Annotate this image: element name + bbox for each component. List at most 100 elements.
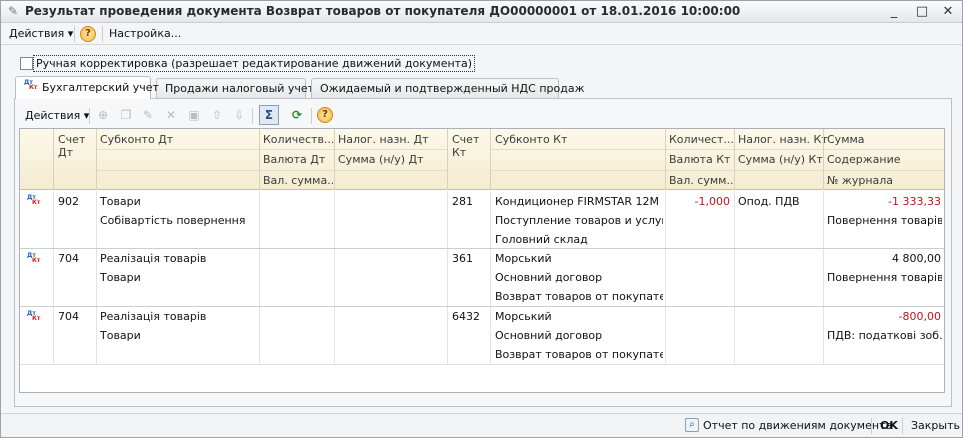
document-icon: ✎ [7,4,19,18]
header-divider [490,129,491,190]
header-divider [53,129,54,190]
col-subkonto-dt[interactable]: Субконто Дт [100,133,173,146]
cell-schet-kt: 281 [452,195,473,208]
header-divider [334,129,335,190]
table-body: Дт Кт 902 Товари Собівартість повернення … [20,191,944,392]
actions-menu[interactable]: Действия ▾ [9,27,73,40]
tab-tax-sales-label: Продажи налоговый учет [165,82,315,95]
cell-subkonto-dt-1: Товари [100,195,141,208]
cell-subkonto-kt-2: Основний договор [495,329,603,342]
cell-schet-kt: 361 [452,252,473,265]
header-divider [96,170,447,171]
cell-subkonto-kt-1: Морський [495,310,552,323]
col-subkonto-kt[interactable]: Субконто Кт [495,133,567,146]
cell-kol-kt: -1,000 [694,195,730,208]
footer-separator [871,418,872,434]
refresh-icon[interactable]: ⟳ [289,107,305,123]
tab-tax-sales[interactable]: Продажи налоговый учет [156,78,314,98]
help-icon[interactable]: ? [317,107,333,123]
cell-schet-kt: 6432 [452,310,480,323]
dropdown-arrow-icon: ▾ [67,27,74,40]
col-schet-dt-line2[interactable]: Дт [58,146,73,159]
header-divider [96,149,447,150]
copy-row-icon[interactable]: ❐ [118,107,134,123]
report-icon[interactable]: ⌕ [685,418,699,432]
col-valuta-kt[interactable]: Валюта Кт [669,153,730,166]
edit-row-icon[interactable]: ✎ [140,107,156,123]
close-button[interactable]: Закрыть [911,419,960,432]
col-valuta-dt[interactable]: Валюта Дт [263,153,325,166]
cell-subkonto-kt-2: Основний договор [495,271,603,284]
cell-subkonto-kt-2: Поступление товаров и услуг ... [495,214,663,227]
toolbar-separator [252,108,253,124]
col-summa[interactable]: Сумма [827,133,865,146]
table-actions-menu[interactable]: Действия ▾ [25,109,89,122]
manual-correction-checkbox[interactable] [20,57,33,70]
table-row[interactable]: Дт Кт 704 Реалізація товарів Товари 361 М… [20,249,944,306]
col-kol-kt[interactable]: Количест... [669,133,733,146]
table-row[interactable]: Дт Кт 902 Товари Собівартість повернення … [20,191,944,248]
report-button[interactable]: Отчет по движениям документа [703,419,892,432]
col-schet-kt-line1[interactable]: Счет [452,133,479,146]
close-window-button[interactable]: ✕ [939,3,957,20]
tab-vat-sales[interactable]: Ожидаемый и подтвержденный НДС продаж [311,78,584,98]
dt-kt-icon: Дт Кт [24,79,38,91]
cell-summa: -800,00 [898,310,941,323]
move-up-icon[interactable]: ⇧ [209,107,225,123]
cell-subkonto-dt-1: Реалізація товарів [100,310,207,323]
cell-subkonto-dt-2: Товари [100,271,141,284]
header-divider [259,129,260,190]
col-kol-dt[interactable]: Количеств... [263,133,333,146]
header-divider [823,129,824,190]
maximize-button[interactable]: □ [913,3,931,20]
minimize-button[interactable]: _ [885,3,903,20]
cell-subkonto-kt-3: Возврат товаров от покупател... [495,348,663,361]
manual-correction-label[interactable]: Ручная корректировка (разрешает редактир… [33,55,476,72]
title-bar: ✎ Результат проведения документа Возврат… [1,1,962,23]
add-row-icon[interactable]: ⊕ [95,107,111,123]
delete-row-icon[interactable]: ✕ [163,107,179,123]
col-schet-dt-line1[interactable]: Счет [58,133,85,146]
col-summa-nu-kt[interactable]: Сумма (н/у) Кт [738,153,823,166]
col-val-summa-kt[interactable]: Вал. сумм... [669,174,733,187]
cell-schet-dt: 704 [58,310,79,323]
cell-summa: 4 800,00 [892,252,941,265]
cell-subkonto-kt-1: Морський [495,252,552,265]
save-icon[interactable]: ▣ [186,107,202,123]
footer-separator [902,418,903,434]
row-divider [20,364,944,365]
cell-summa: -1 333,33 [888,195,941,208]
posting-results-window: ✎ Результат проведения документа Возврат… [0,0,963,438]
tab-accounting-label: Бухгалтерский учет [42,81,159,94]
header-divider [96,129,97,190]
col-summa-nu-dt[interactable]: Сумма (н/у) Дт [338,153,424,166]
col-schet-kt-line2[interactable]: Кт [452,146,466,159]
header-divider [734,129,735,190]
postings-table: Счет Дт Субконто Дт Количеств... Валюта … [19,128,945,393]
table-actions-label: Действия [25,109,81,122]
col-soderzhanie[interactable]: Содержание [827,153,901,166]
col-nalog-dt[interactable]: Налог. назн. Дт [338,133,429,146]
actions-menu-label: Действия [9,27,65,40]
cell-nalog-kt: Опод. ПДВ [738,195,800,208]
settings-button[interactable]: Настройка... [109,27,181,40]
toolbar-separator [89,108,90,124]
cell-subkonto-kt-3: Возврат товаров от покупател... [495,290,663,303]
totals-sigma-icon[interactable]: Σ [259,105,279,125]
help-icon[interactable]: ? [80,26,96,42]
tab-accounting[interactable]: Дт Кт Бухгалтерский учет [15,76,159,99]
col-nomer-zhurnala[interactable]: № журнала [827,174,893,187]
cell-soderzhanie: Повернення товарів ... [827,214,942,227]
col-val-summa-dt[interactable]: Вал. сумма... [263,174,333,187]
dt-kt-icon: Дт Кт [27,194,41,206]
tab-vat-sales-label: Ожидаемый и подтвержденный НДС продаж [320,82,585,95]
cell-soderzhanie: Повернення товарів [827,271,942,284]
menu-separator [102,26,103,42]
move-down-icon[interactable]: ⇩ [231,107,247,123]
cell-schet-dt: 704 [58,252,79,265]
table-row[interactable]: Дт Кт 704 Реалізація товарів Товари 6432 … [20,307,944,364]
cell-subkonto-dt-1: Реалізація товарів [100,252,207,265]
cell-subkonto-dt-2: Собівартість повернення [100,214,246,227]
col-nalog-kt[interactable]: Налог. назн. Кт [738,133,828,146]
ok-button[interactable]: OK [880,419,898,432]
